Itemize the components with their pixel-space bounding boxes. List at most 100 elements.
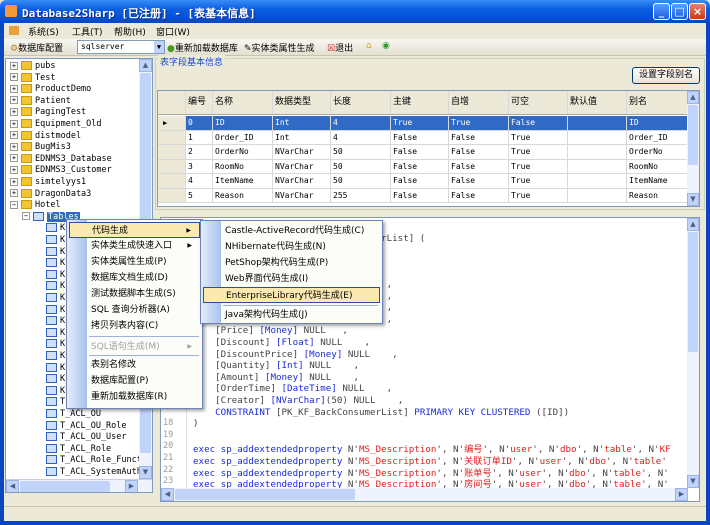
table-cell[interactable]: 4 [186,174,213,188]
context-menu-item[interactable]: 数据库文档生成(D) [69,270,200,286]
expand-icon[interactable]: + [10,61,18,70]
table-cell[interactable]: NVarChar [273,188,331,202]
tree-node-table[interactable]: K [46,235,65,247]
menu-help[interactable]: 帮助(H) [114,25,146,38]
table-cell[interactable]: NVarChar [273,145,331,159]
menu-window[interactable]: 窗口(W) [156,25,190,38]
expand-icon[interactable]: + [10,189,18,198]
editor-vertical-scrollbar[interactable]: ▲ ▼ [687,218,699,488]
column-header[interactable]: 别名 [627,91,689,114]
column-header[interactable]: 数据类型 [273,91,331,114]
column-header[interactable]: 主键 [391,91,449,114]
scroll-thumb[interactable] [688,105,698,165]
scroll-thumb[interactable] [20,481,110,492]
row-header[interactable] [158,174,186,188]
scroll-left-icon[interactable]: ◀ [6,480,19,492]
table-cell[interactable]: 50 [331,145,391,159]
table-row[interactable]: 1 Order_ID Int 4 False False True Order_ID [158,130,689,145]
scroll-right-icon[interactable]: ▶ [125,480,138,492]
scroll-left-icon[interactable]: ◀ [161,488,174,501]
scroll-down-icon[interactable]: ▼ [687,475,699,488]
db-config-button[interactable]: ⚙数据库配置 [10,41,63,54]
fields-grid[interactable]: 编号 名称 数据类型 长度 主键 自增 可空 默认值 别名 ▶ 0 ID Int 4 True True Fa… [157,90,700,207]
maximize-button[interactable]: □ [671,3,688,20]
home-icon[interactable]: ⌂ [366,41,372,51]
tree-node-table[interactable]: K [46,339,65,351]
tree-node-table[interactable]: K [46,246,65,259]
scroll-right-icon[interactable]: ▶ [675,488,688,501]
menu-tools[interactable]: 工具(T) [72,25,103,38]
table-cell[interactable]: False [449,130,509,144]
tree-node-database[interactable]: − Hotel [10,200,61,212]
reload-db-button[interactable]: ●重新加载数据库 [167,41,238,54]
scroll-up-icon[interactable]: ▲ [139,59,152,72]
close-button[interactable]: × [689,3,706,20]
column-header[interactable]: 可空 [509,91,568,114]
tree-node-database[interactable]: + simtelyys1 [10,177,86,189]
column-header[interactable]: 名称 [213,91,273,114]
table-cell[interactable]: 2 [186,145,213,159]
row-header[interactable] [158,145,186,159]
tree-node-database[interactable]: + Equipment_Old [10,119,102,131]
tree-horizontal-scrollbar[interactable]: ◀ ▶ [6,479,152,492]
column-header[interactable]: 编号 [186,91,213,114]
table-row[interactable]: 4 ItemName NVarChar 50 False False True ItemNam… [158,174,689,189]
table-cell[interactable]: ID [627,116,689,130]
table-cell[interactable] [568,174,627,188]
table-cell[interactable]: False [391,174,449,188]
minimize-button[interactable]: _ [653,3,670,20]
table-cell[interactable]: False [391,145,449,159]
grid-vertical-scrollbar[interactable]: ▲ ▼ [687,91,699,206]
chevron-down-icon[interactable]: ▼ [154,41,164,53]
tree-node-table[interactable]: K [46,269,65,282]
scroll-up-icon[interactable]: ▲ [687,218,699,231]
collapse-icon[interactable]: − [22,212,30,221]
tree-node-table[interactable]: T_ACL_OU [46,409,101,421]
tree-node-table[interactable]: K [46,293,65,305]
entity-props-button[interactable]: ✎实体类属性生成 [244,41,315,54]
row-header[interactable] [158,159,186,173]
column-header[interactable]: 自增 [449,91,509,114]
tree-node-database[interactable]: + DragonData3 [10,188,91,201]
tree-node-table[interactable]: T_ACL_Role_Funct: [46,455,147,467]
table-cell[interactable]: 3 [186,159,213,173]
db-type-select[interactable]: sqlserver ▼ [77,40,165,54]
table-cell[interactable]: False [391,159,449,173]
table-cell[interactable]: Reason [213,188,273,202]
table-cell[interactable]: 255 [331,188,391,202]
tree-node-table[interactable]: K [46,385,65,398]
tree-node-table[interactable]: K [46,316,65,328]
table-cell[interactable]: OrderNo [213,145,273,159]
table-cell[interactable]: False [391,188,449,202]
table-cell[interactable]: True [509,145,568,159]
table-cell[interactable]: 50 [331,159,391,173]
context-menu-item[interactable]: 实体类生成快速入口 ▶ [69,238,200,254]
tree-node-table[interactable]: K [46,258,65,270]
tree-node-database[interactable]: + PagingTest [10,107,86,119]
tree-node-table[interactable]: K [46,223,65,235]
row-header[interactable]: ▶ [158,116,186,130]
table-cell[interactable]: True [509,159,568,173]
context-menu-item[interactable]: 测试数据脚本生成(S) [69,286,200,302]
tree-node-database[interactable]: + pubs [10,61,55,73]
context-menu-item[interactable]: Web界面代码生成(I) [203,271,380,287]
table-cell[interactable]: ItemName [627,174,689,188]
row-header[interactable] [158,188,186,202]
expand-icon[interactable]: + [10,73,18,82]
table-cell[interactable]: True [509,188,568,202]
context-menu-item[interactable]: 代码生成 ▶ [69,222,200,238]
editor-horizontal-scrollbar[interactable]: ◀ ▶ [161,488,688,501]
table-cell[interactable]: False [391,130,449,144]
table-cell[interactable]: NVarChar [273,159,331,173]
table-cell[interactable]: 1 [186,130,213,144]
menu-system[interactable]: 系统(S) [28,25,59,38]
column-header[interactable]: 默认值 [568,91,627,114]
table-cell[interactable]: RoomNo [627,159,689,173]
table-cell[interactable]: 4 [331,130,391,144]
table-cell[interactable]: 5 [186,188,213,202]
tree-node-table[interactable]: K [46,362,65,375]
tree-node-database[interactable]: + ProductDemo [10,84,91,96]
scroll-thumb[interactable] [175,489,355,500]
table-cell[interactable]: 50 [331,174,391,188]
tree-node-database[interactable]: + EDNMS3_Database [10,153,112,166]
